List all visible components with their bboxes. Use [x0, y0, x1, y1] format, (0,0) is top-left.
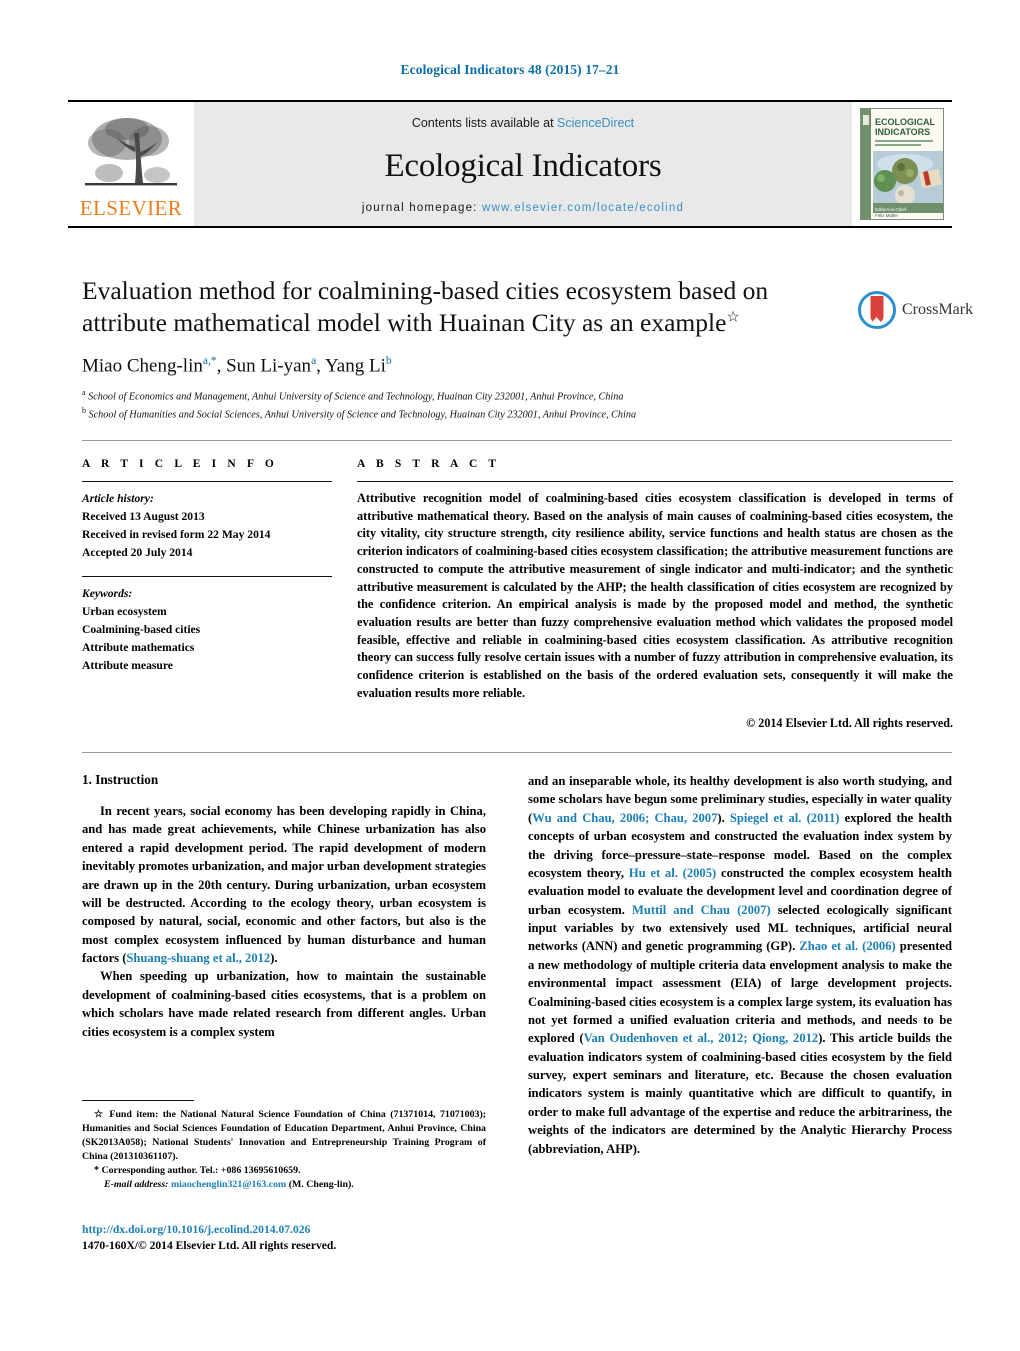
footnote-fund: ☆ Fund item: the National Natural Scienc…: [82, 1108, 486, 1164]
citation-link[interactable]: Zhao et al. (2006): [799, 939, 895, 953]
issn-copyright-line: 1470-160X/© 2014 Elsevier Ltd. All right…: [82, 1239, 337, 1253]
abstract-rule: [357, 481, 953, 482]
author-sup: a,*: [202, 355, 217, 368]
page-title: Evaluation method for coalmining-based c…: [82, 275, 842, 339]
author-list: Miao Cheng-lina,*, Sun Li-yana, Yang Lib: [82, 355, 842, 377]
crossmark-label: CrossMark: [902, 301, 974, 318]
author-name: Sun Li-yan: [226, 355, 312, 377]
keywords-rule: [82, 575, 332, 577]
crossmark-icon: [858, 291, 896, 329]
email-link[interactable]: miaochenglin321@163.com: [171, 1179, 286, 1190]
article-title-text: Evaluation method for coalmining-based c…: [82, 276, 769, 338]
running-head: Ecological Indicators 48 (2015) 17–21: [400, 62, 620, 77]
affiliation-list: a School of Economics and Management, An…: [82, 387, 842, 423]
article-info-panel: A R T I C L E I N F O Article history: R…: [82, 458, 332, 675]
svg-text:Felix Müller: Felix Müller: [875, 213, 899, 218]
author-name: Miao Cheng-lin: [82, 355, 203, 377]
paper-page: Ecological Indicators 48 (2015) 17–21 EL…: [0, 0, 1020, 1351]
body-paragraph: and an inseparable whole, its healthy de…: [528, 774, 952, 1156]
svg-text:INDICATORS: INDICATORS: [875, 127, 930, 137]
doi-link[interactable]: http://dx.doi.org/10.1016/j.ecolind.2014…: [82, 1222, 512, 1238]
info-divider-rule: [82, 440, 952, 441]
corresponding-text: Corresponding author. Tel.: +086 1369561…: [101, 1164, 301, 1176]
citation-link[interactable]: Wu and Chau, 2006; Chau, 2007: [532, 811, 717, 825]
sciencedirect-link[interactable]: ScienceDirect: [557, 116, 634, 130]
author-sup: b: [385, 355, 392, 368]
corresponding-marker: *: [94, 1164, 99, 1176]
citation-link[interactable]: Van Oudenhoven et al., 2012; Qiong, 2012: [584, 1031, 819, 1045]
masthead-center: Contents lists available at ScienceDirec…: [194, 102, 852, 226]
keyword-item: Attribute measure: [82, 658, 173, 672]
article-history-item: Accepted 20 July 2014: [82, 545, 193, 559]
article-history-label: Article history:: [82, 492, 154, 505]
affiliation-text: School of Humanities and Social Sciences…: [88, 409, 637, 421]
elsevier-wordmark: ELSEVIER: [79, 196, 183, 220]
journal-masthead: ELSEVIER Contents lists available at Sci…: [68, 100, 952, 228]
crossmark-badge[interactable]: CrossMark: [858, 288, 973, 332]
title-block: Evaluation method for coalmining-based c…: [82, 275, 842, 423]
title-footnote-marker: ☆: [726, 309, 740, 326]
elsevier-logo: ELSEVIER: [68, 102, 194, 226]
journal-cover-thumbnail: ECOLOGICAL INDICATORS Editors-in-Chief F…: [852, 102, 952, 226]
affiliation-marker: a: [82, 387, 86, 397]
email-suffix: (M. Cheng-lin).: [286, 1178, 354, 1190]
body-paragraph: When speeding up urbanization, how to ma…: [82, 969, 486, 1039]
body-column-right: and an inseparable whole, its healthy de…: [528, 772, 952, 1158]
keywords-label: Keywords:: [82, 586, 133, 600]
article-info-rule: [82, 481, 332, 482]
author-sep: ,: [216, 355, 227, 377]
abstract-copyright: © 2014 Elsevier Ltd. All rights reserved…: [746, 716, 953, 731]
abstract-heading: A B S T R A C T: [357, 458, 501, 470]
abstract-panel: A B S T R A C T Attributive recognition …: [357, 458, 953, 731]
homepage-prefix: journal homepage:: [361, 202, 482, 214]
author-sep: ,: [316, 355, 325, 377]
doi-block: http://dx.doi.org/10.1016/j.ecolind.2014…: [82, 1222, 512, 1254]
fund-marker: ☆: [94, 1109, 105, 1120]
citation-link[interactable]: Muttil and Chau (2007): [632, 903, 771, 917]
elsevier-tree-icon: [79, 113, 183, 197]
journal-homepage-line: journal homepage: www.elsevier.com/locat…: [362, 202, 684, 214]
body-paragraph: In recent years, social economy has been…: [82, 804, 486, 965]
affiliation-item: a School of Economics and Management, An…: [82, 387, 842, 405]
section-heading-instruction: 1. Instruction: [82, 772, 159, 787]
abstract-text: Attributive recognition model of coalmin…: [357, 491, 953, 700]
contents-prefix: Contents lists available at: [411, 116, 558, 130]
article-info-heading: A R T I C L E I N F O: [82, 458, 278, 470]
journal-title: Ecological Indicators: [384, 147, 662, 184]
author-name: Yang Li: [324, 355, 386, 377]
svg-text:ECOLOGICAL: ECOLOGICAL: [875, 117, 936, 127]
footnote-block: ☆ Fund item: the National Natural Scienc…: [82, 1100, 486, 1191]
body-column-left: 1. Instruction In recent years, social e…: [82, 772, 486, 1041]
article-history-item: Received 13 August 2013: [82, 509, 205, 523]
email-label: E-mail address:: [104, 1178, 169, 1190]
affiliation-item: b School of Humanities and Social Scienc…: [82, 405, 842, 423]
body-divider-rule: [82, 752, 952, 753]
keyword-item: Coalmining-based cities: [82, 622, 201, 636]
keyword-item: Urban ecosystem: [82, 604, 167, 618]
citation-link[interactable]: Hu et al. (2005): [629, 866, 716, 880]
keyword-item: Attribute mathematics: [82, 640, 195, 654]
affiliation-marker: b: [82, 405, 86, 415]
footnote-rule: [82, 1100, 194, 1101]
contents-available-line: Contents lists available at ScienceDirec…: [412, 116, 634, 130]
citation-link[interactable]: Spiegel et al. (2011): [730, 811, 840, 825]
cover-image: ECOLOGICAL INDICATORS Editors-in-Chief F…: [860, 108, 944, 220]
fund-label: Fund item:: [109, 1109, 159, 1120]
footnote-email: E-mail address: miaochenglin321@163.com …: [82, 1178, 486, 1192]
footnote-corresponding: * Corresponding author. Tel.: +086 13695…: [82, 1164, 486, 1178]
homepage-url-link[interactable]: www.elsevier.com/locate/ecolind: [482, 202, 684, 214]
affiliation-text: School of Economics and Management, Anhu…: [88, 390, 624, 402]
citation-link[interactable]: Shuang-shuang et al., 2012: [126, 951, 270, 965]
article-history-item: Received in revised form 22 May 2014: [82, 527, 271, 541]
svg-text:Editors-in-Chief: Editors-in-Chief: [875, 207, 907, 212]
